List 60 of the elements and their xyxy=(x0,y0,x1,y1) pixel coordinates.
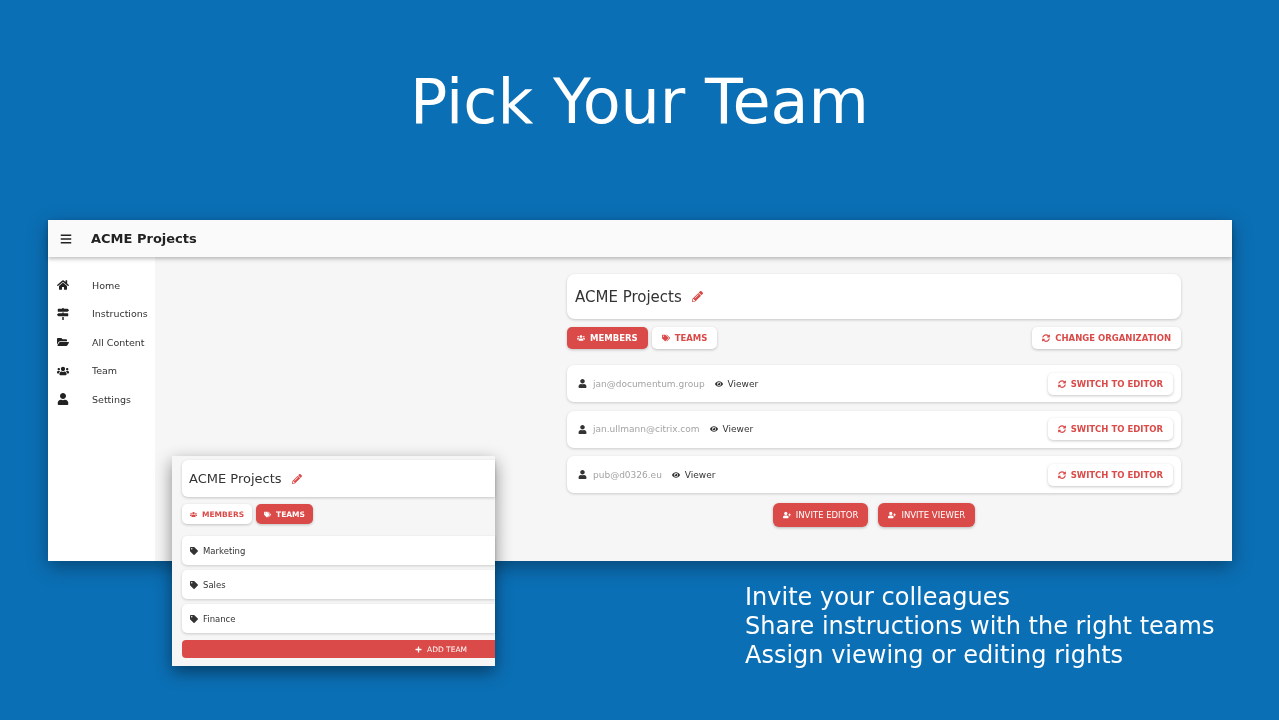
member-email: jan@documentum.group xyxy=(593,378,705,389)
sidebar-item[interactable]: Instructions xyxy=(48,299,152,328)
user-icon xyxy=(578,470,587,479)
team-name: Finance xyxy=(203,613,236,624)
tab[interactable]: MEMBERS xyxy=(567,327,648,349)
tags-icon xyxy=(264,510,272,518)
plus-icon xyxy=(415,645,422,653)
change-organization-button[interactable]: CHANGE ORGANIZATION xyxy=(1032,327,1181,349)
pencil-icon[interactable] xyxy=(291,473,302,484)
user-plus-icon xyxy=(888,511,897,519)
user-icon xyxy=(57,393,69,406)
user-icon xyxy=(578,379,587,388)
user-plus-icon xyxy=(782,511,791,519)
signpost-icon xyxy=(57,307,69,320)
users-icon xyxy=(57,364,69,377)
sync-icon xyxy=(1042,334,1051,342)
tag-icon xyxy=(190,546,198,555)
feature-line: Invite your colleagues xyxy=(745,583,1010,612)
pencil-icon[interactable] xyxy=(691,291,703,302)
team-name: Marketing xyxy=(203,545,246,556)
sidebar-item[interactable]: Team xyxy=(48,356,152,385)
member-email: pub@d0326.eu xyxy=(593,469,662,480)
team-row[interactable]: Marketing xyxy=(182,536,495,565)
member-role: Viewer xyxy=(727,378,759,389)
slide-title: Pick Your Team xyxy=(410,66,869,138)
sync-icon xyxy=(1057,379,1066,388)
folder-icon xyxy=(57,336,69,349)
sidebar-item[interactable]: All Content xyxy=(48,328,152,357)
switch-to-editor-button[interactable]: SWITCH TO EDITOR xyxy=(1047,463,1173,486)
eye-icon xyxy=(671,470,680,479)
member-role: Viewer xyxy=(684,469,716,480)
organization-name: ACME Projects xyxy=(575,287,682,306)
sync-icon xyxy=(1057,425,1066,433)
team-name: Sales xyxy=(203,579,226,590)
tag-icon xyxy=(190,580,198,589)
invite-button[interactable]: INVITE EDITOR xyxy=(772,503,869,527)
invite-button[interactable]: INVITE VIEWER xyxy=(878,503,976,527)
switch-to-editor-button[interactable]: SWITCH TO EDITOR xyxy=(1047,372,1173,395)
feature-line: Share instructions with the right teams xyxy=(745,612,1215,641)
users-icon xyxy=(190,510,197,518)
eye-icon xyxy=(714,379,723,388)
user-icon xyxy=(578,424,587,434)
tab[interactable]: TEAMS xyxy=(651,327,718,349)
eye-icon xyxy=(709,425,718,433)
tag-icon xyxy=(190,614,198,623)
menu-icon[interactable] xyxy=(60,232,72,245)
feature-line: Assign viewing or editing rights xyxy=(745,641,1124,670)
member-email: jan.ullmann@citrix.com xyxy=(593,424,700,434)
home-icon xyxy=(57,279,69,292)
users-icon xyxy=(577,334,585,342)
app-title: ACME Projects xyxy=(91,231,197,246)
switch-to-editor-button[interactable]: SWITCH TO EDITOR xyxy=(1047,418,1173,440)
organization-name: ACME Projects xyxy=(189,471,282,486)
tags-icon xyxy=(661,334,670,342)
sync-icon xyxy=(1057,470,1066,479)
member-role: Viewer xyxy=(722,424,754,434)
team-row[interactable]: Sales xyxy=(182,570,495,599)
sidebar-item[interactable]: Home xyxy=(48,271,152,300)
sidebar-item[interactable]: Settings xyxy=(48,385,152,414)
team-row[interactable]: Finance xyxy=(182,604,495,633)
